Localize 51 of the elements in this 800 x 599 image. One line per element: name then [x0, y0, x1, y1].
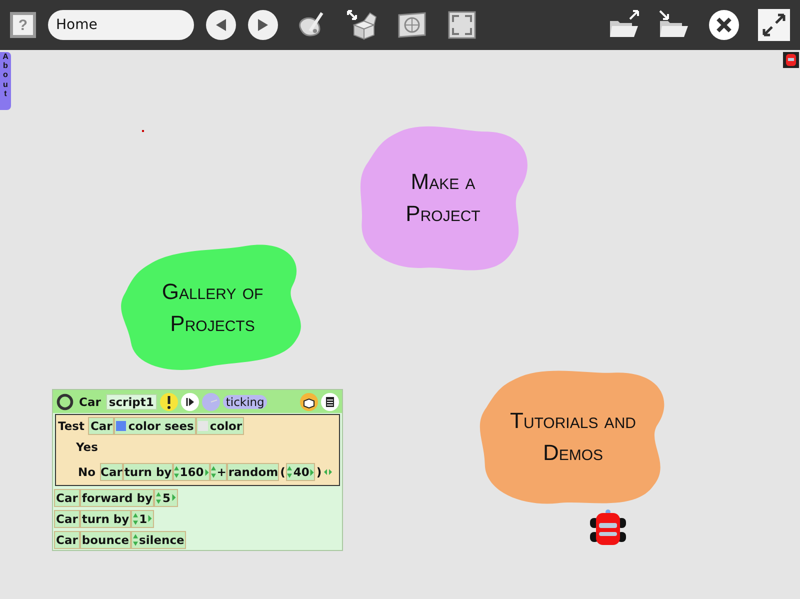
box-icon[interactable] — [300, 392, 318, 410]
ring-icon[interactable] — [56, 392, 74, 410]
menu-icon[interactable] — [321, 392, 339, 410]
car-sprite-icon[interactable] — [588, 508, 628, 548]
supplies-box-icon[interactable] — [346, 9, 378, 41]
script-tile[interactable]: bounce — [80, 530, 131, 548]
script-tile[interactable]: color sees — [114, 417, 196, 435]
step-icon[interactable] — [180, 392, 199, 410]
script-tile[interactable]: Car — [54, 488, 80, 506]
yes-label: Yes — [76, 440, 98, 454]
about-tab[interactable]: About — [0, 52, 11, 110]
forward-button[interactable] — [248, 10, 278, 40]
back-button[interactable] — [206, 10, 236, 40]
color-swatch[interactable] — [116, 421, 126, 431]
parenthesis: ( — [280, 465, 286, 479]
script-tile[interactable]: Car — [100, 463, 124, 481]
operator: + — [216, 465, 226, 479]
script-name-field[interactable]: script1 — [106, 394, 157, 410]
number-value: 5 — [162, 490, 170, 504]
choice-tile[interactable]: silence — [131, 530, 186, 548]
parenthesis: ) — [316, 465, 322, 479]
script-tile[interactable]: turn by — [80, 510, 132, 528]
close-icon[interactable] — [708, 9, 740, 41]
status-button[interactable]: ticking — [222, 394, 268, 408]
left-triangle-icon — [216, 19, 226, 31]
location-field[interactable]: Home — [48, 10, 194, 40]
tile-label: color sees — [128, 419, 194, 433]
fullscreen-icon[interactable] — [446, 9, 478, 41]
color-swatch[interactable] — [198, 421, 208, 431]
script-tile[interactable]: forward by — [80, 488, 154, 506]
script-tile[interactable]: random — [227, 463, 280, 481]
globe-map-icon[interactable] — [396, 9, 428, 41]
no-label: No — [78, 465, 96, 479]
operator-tile[interactable]: + — [210, 463, 228, 481]
tile-label: color — [210, 419, 242, 433]
object-name: Car — [79, 394, 101, 408]
right-triangle-icon — [258, 19, 268, 31]
exclamation-icon[interactable] — [160, 392, 178, 410]
test-label: Test — [58, 419, 84, 433]
choice-value: silence — [139, 532, 184, 546]
expand-icon[interactable] — [758, 9, 790, 41]
script-tile[interactable]: Car — [88, 417, 114, 435]
number-value: 1 — [139, 512, 148, 526]
number-value: 160 — [180, 465, 204, 479]
script-tile[interactable]: color — [196, 417, 244, 435]
script-tile[interactable]: Car — [54, 510, 80, 528]
script-tile[interactable]: turn by — [123, 463, 173, 481]
car-thumbnail-icon[interactable] — [783, 52, 799, 68]
script-tile[interactable]: Car — [54, 530, 80, 548]
number-value: 40 — [293, 465, 310, 479]
dot-mark — [142, 130, 144, 132]
